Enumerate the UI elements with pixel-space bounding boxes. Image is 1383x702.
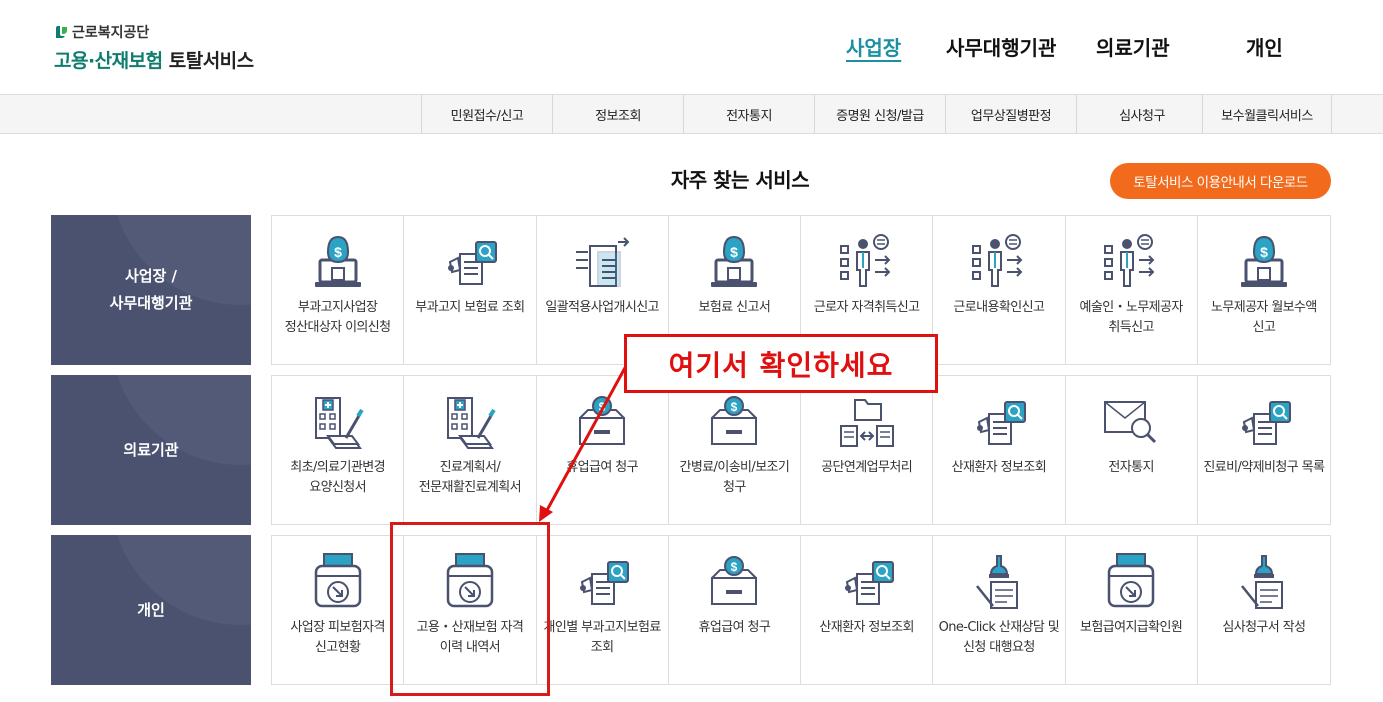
service-tile[interactable]: $ 노무제공자 월보수액 신고: [1198, 216, 1330, 364]
service-tile-label: 공단연계업무처리: [821, 460, 913, 475]
service-tile-label: 휴업급여 청구: [566, 460, 638, 475]
service-grid-medical: 최초/의료기관변경 요양신청서 진료계획서/전문재활진료계획서 $ 휴업급여 청…: [271, 375, 1331, 525]
service-tile-label: 휴업급여 청구: [698, 620, 771, 635]
category-workplace-line1: 사업장 /: [124, 267, 178, 285]
category-workplace-line2: 사무대행기관: [109, 294, 193, 312]
sub-menu-bar: 민원접수/신고 정보조회 전자통지 증명원 신청/발급 업무상질병판정 심사청구…: [0, 94, 1383, 134]
submenu-info-inquiry[interactable]: 정보조회: [552, 95, 683, 133]
nav-individual[interactable]: 개인: [1246, 32, 1283, 61]
service-tile[interactable]: 사업장 피보험자격 신고현황: [272, 536, 405, 684]
nav-medical[interactable]: 의료기관: [1096, 32, 1170, 61]
service-tile-label: 전자통지: [1108, 460, 1154, 475]
document-search-icon: [1232, 392, 1296, 452]
service-tile[interactable]: 산재환자 정보조회: [801, 536, 934, 684]
service-tile[interactable]: $ 간병료/이송비/보조기 청구: [669, 376, 801, 524]
annotation-highlight-box: [390, 522, 550, 696]
annotation-callout: 여기서 확인하세요: [624, 334, 938, 393]
category-workplace-label: 사업장 / 사무대행기관: [110, 263, 193, 317]
person-checklist-icon: [1099, 232, 1163, 292]
person-checklist-icon: [835, 232, 899, 292]
service-tile[interactable]: $ 휴업급여 청구: [669, 536, 801, 684]
svg-text:$: $: [731, 400, 738, 414]
money-laptop-icon: $: [306, 232, 370, 292]
folder-exchange-icon: [835, 392, 899, 452]
service-tile[interactable]: One-Click 산재상담 및 신청 대행요청: [933, 536, 1066, 684]
svg-text:$: $: [731, 560, 738, 574]
money-box-icon: $: [570, 392, 634, 452]
category-workplace: 사업장 / 사무대행기관: [51, 215, 251, 365]
service-tile-label: 진료비/약제비청구 목록: [1203, 460, 1325, 475]
service-tile-label: 보험급여지급확인원: [1080, 620, 1183, 635]
service-tile[interactable]: $ 휴업급여 청구: [537, 376, 669, 524]
document-search-icon: [967, 392, 1031, 452]
guide-download-button[interactable]: 토탈서비스 이용안내서 다운로드: [1110, 163, 1331, 199]
service-tile-label: 부과고지사업장 정산대상자 이의신청: [284, 300, 391, 335]
service-tile-label: 산재환자 정보조회: [819, 620, 914, 635]
submenu-e-notice[interactable]: 전자통지: [683, 95, 814, 133]
stamp-document-icon: [1232, 552, 1296, 612]
service-tile-label: 보험료 신고서: [698, 300, 771, 315]
service-tile-label: 진료계획서/전문재활진료계획서: [418, 460, 522, 495]
document-search-icon: [438, 232, 502, 292]
service-tile-label: 근로자 자격취득신고: [813, 300, 920, 315]
service-tile[interactable]: 진료계획서/전문재활진료계획서: [404, 376, 537, 524]
document-search-icon: [835, 552, 899, 612]
top-navigation: 사업장 사무대행기관 의료기관 개인: [0, 32, 1383, 62]
service-tile[interactable]: 진료비/약제비청구 목록: [1198, 376, 1330, 524]
site-header: 근로복지공단 고용·산재보험 토탈서비스 사업장 사무대행기관 의료기관 개인: [0, 0, 1383, 95]
service-tile[interactable]: 부과고지 보험료 조회: [404, 216, 537, 364]
person-checklist-icon: [967, 232, 1031, 292]
submenu-certificate[interactable]: 증명원 신청/발급: [814, 95, 945, 133]
money-box-icon: $: [702, 392, 766, 452]
submenu-civil-petition[interactable]: 민원접수/신고: [421, 95, 552, 133]
service-tile[interactable]: 공단연계업무처리: [801, 376, 934, 524]
printer-download-icon: [306, 552, 370, 612]
service-tile[interactable]: 개인별 부과고지보험료 조회: [537, 536, 669, 684]
category-individual-label: 개인: [137, 600, 165, 619]
submenu-monthly-click[interactable]: 보수월클릭서비스: [1202, 95, 1332, 133]
service-tile[interactable]: 보험급여지급확인원: [1066, 536, 1198, 684]
service-tile[interactable]: 전자통지: [1066, 376, 1198, 524]
money-laptop-icon: $: [1232, 232, 1296, 292]
nav-agency[interactable]: 사무대행기관: [946, 32, 1056, 61]
service-tile-label: 노무제공자 월보수액 신고: [1210, 300, 1317, 335]
printer-download-icon: [1099, 552, 1163, 612]
service-tile-label: One-Click 산재상담 및 신청 대행요청: [938, 620, 1060, 655]
nav-workplace[interactable]: 사업장: [846, 32, 901, 61]
money-box-icon: $: [702, 552, 766, 612]
service-tile-label: 개인별 부과고지보험료 조회: [543, 620, 662, 655]
submenu-disease-judgment[interactable]: 업무상질병판정: [945, 95, 1076, 133]
stamp-document-icon: [967, 552, 1031, 612]
service-tile[interactable]: $ 부과고지사업장 정산대상자 이의신청: [272, 216, 405, 364]
category-decoration: [111, 535, 251, 625]
service-tile[interactable]: 산재환자 정보조회: [933, 376, 1066, 524]
hospital-document-icon: [306, 392, 370, 452]
service-tile-label: 최초/의료기관변경 요양신청서: [290, 460, 385, 495]
document-transfer-icon: [570, 232, 634, 292]
category-medical-label: 의료기관: [123, 440, 179, 459]
hospital-document-icon: [438, 392, 502, 452]
svg-text:$: $: [599, 400, 606, 414]
service-tile-label: 부과고지 보험료 조회: [415, 300, 525, 315]
svg-text:$: $: [730, 244, 738, 260]
service-tile-label: 근로내용확인신고: [953, 300, 1045, 315]
mail-search-icon: [1099, 392, 1163, 452]
service-tile-label: 심사청구서 작성: [1222, 620, 1306, 635]
service-tile-label: 산재환자 정보조회: [951, 460, 1047, 475]
service-tile-label: 간병료/이송비/보조기 청구: [679, 460, 790, 495]
money-laptop-icon: $: [702, 232, 766, 292]
svg-text:$: $: [1260, 244, 1268, 260]
category-individual: 개인: [51, 535, 251, 685]
service-tile[interactable]: 심사청구서 작성: [1198, 536, 1330, 684]
document-search-icon: [570, 552, 634, 612]
service-tile[interactable]: 최초/의료기관변경 요양신청서: [272, 376, 405, 524]
category-medical: 의료기관: [51, 375, 251, 525]
submenu-review-claim[interactable]: 심사청구: [1076, 95, 1207, 133]
service-tile-label: 사업장 피보험자격 신고현황: [290, 620, 385, 655]
service-tile[interactable]: 근로내용확인신고: [933, 216, 1066, 364]
service-tile[interactable]: 예술인・노무제공자 취득신고: [1066, 216, 1198, 364]
service-tile-label: 일괄적용사업개시신고: [545, 300, 659, 315]
svg-text:$: $: [334, 244, 342, 260]
service-tile-label: 예술인・노무제공자 취득신고: [1079, 300, 1183, 335]
